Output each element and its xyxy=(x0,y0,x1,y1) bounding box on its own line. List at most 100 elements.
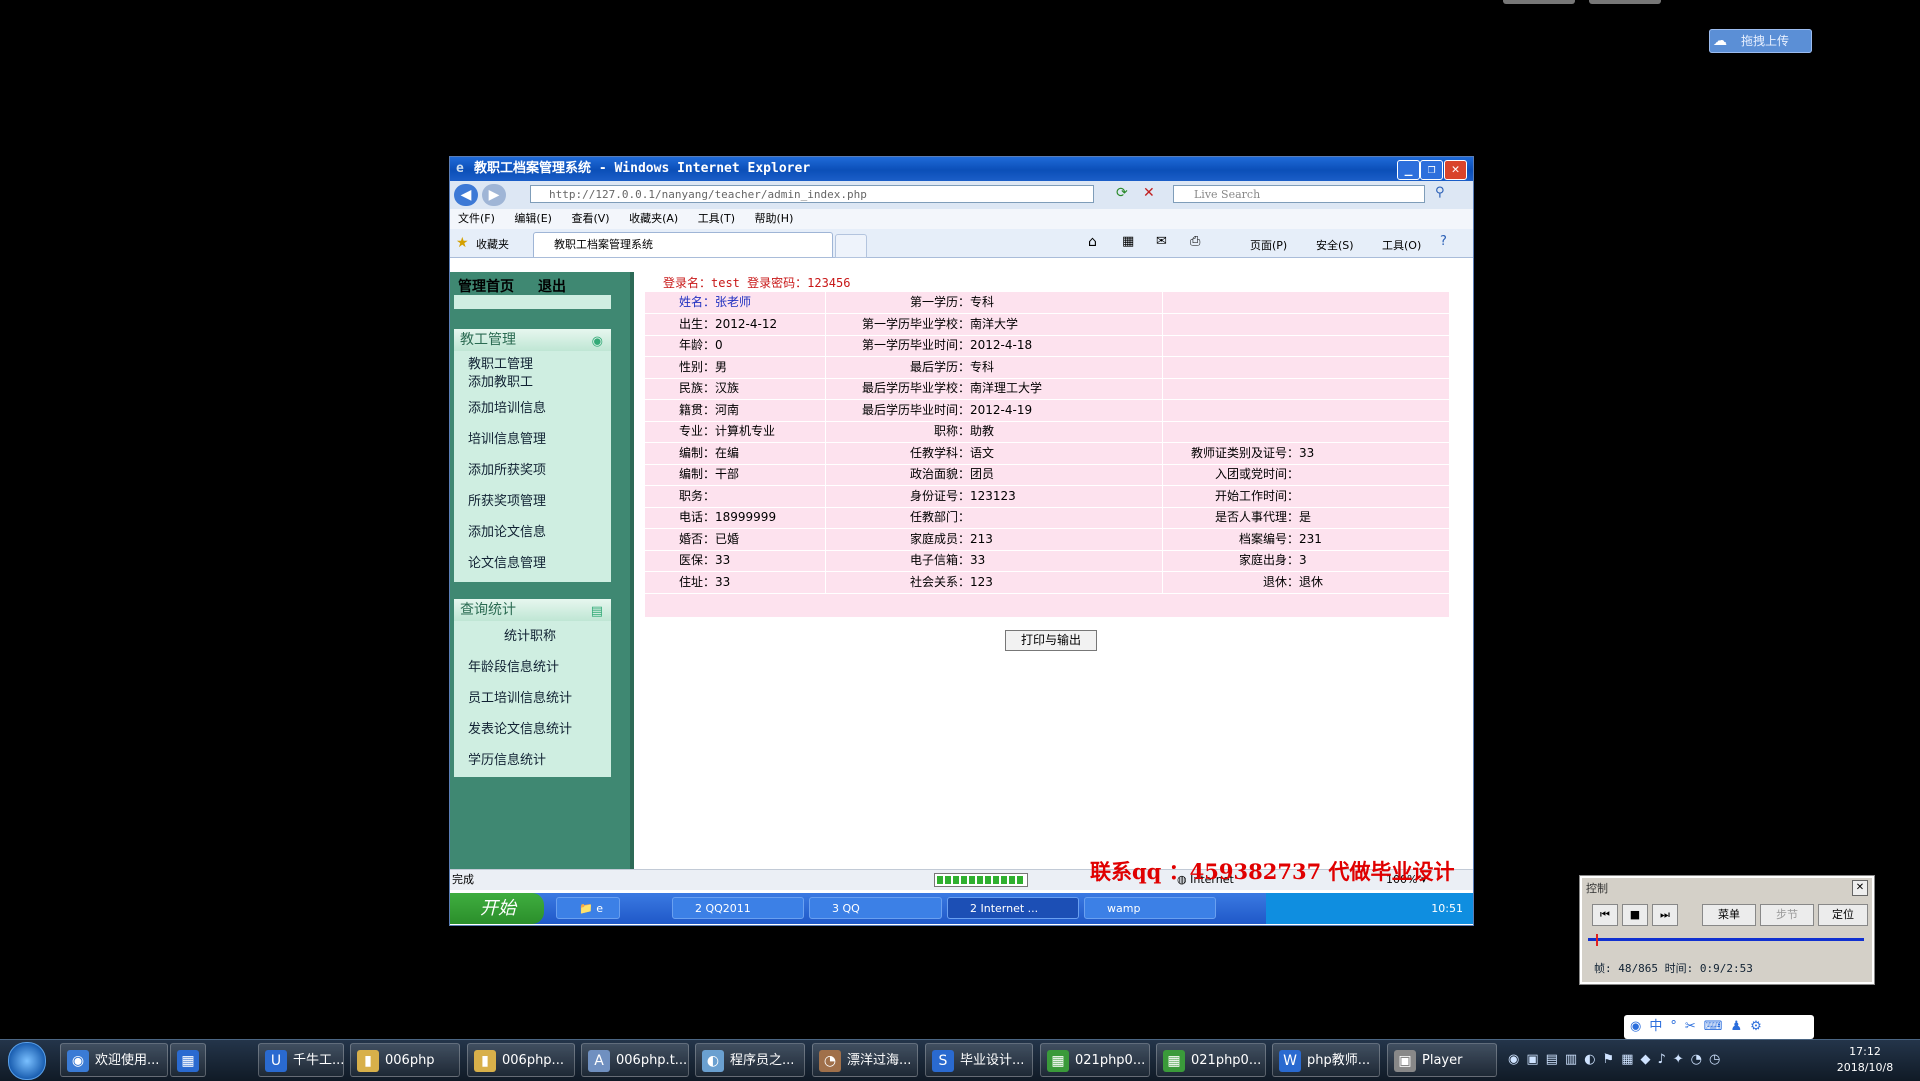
tools-menu[interactable]: 工具(O) xyxy=(1382,237,1421,253)
url-input[interactable]: http://127.0.0.1/nanyang/teacher/admin_i… xyxy=(530,185,1094,203)
field-label: 是否人事代理： xyxy=(1214,510,1299,524)
close-button[interactable]: ✕ xyxy=(1444,160,1467,180)
chart-icon: ▤ xyxy=(590,604,603,619)
sidebar-item-add-training[interactable]: 添加培训信息 xyxy=(468,397,546,416)
window-stub xyxy=(1503,0,1575,4)
mail-icon[interactable]: ✉ xyxy=(1156,234,1167,249)
sidebar-item-training-stats[interactable]: 员工培训信息统计 xyxy=(468,687,572,706)
xp-task-ie[interactable]: 2 Internet ... xyxy=(947,897,1079,919)
field-cell xyxy=(1163,378,1449,399)
taskbar-button[interactable]: ◐ 程序员之... xyxy=(695,1043,805,1077)
taskbar-button[interactable]: A 006php.t... xyxy=(581,1043,689,1077)
page-menu[interactable]: 页面(P) xyxy=(1250,237,1287,253)
stop-icon[interactable]: ✕ xyxy=(1143,185,1155,201)
sidebar-item-add-paper[interactable]: 添加论文信息 xyxy=(468,521,546,540)
taskbar-button[interactable]: U 千牛工... xyxy=(258,1043,344,1077)
table-row: 专业：计算机专业 职称：助教 xyxy=(645,421,1449,443)
xp-start-button[interactable]: 开始 xyxy=(450,893,544,924)
menu-help[interactable]: 帮助(H) xyxy=(755,212,794,225)
xp-task-wamp[interactable]: wamp xyxy=(1084,897,1216,919)
sidebar-item-training-manage[interactable]: 培训信息管理 xyxy=(468,428,546,447)
menu-favorites[interactable]: 收藏夹(A) xyxy=(629,212,678,225)
field-cell: 婚否：已婚 xyxy=(679,531,740,546)
player-control: 控制 ✕ ⏮ ■ ⏭ 菜单 步节 定位 帧: 48/865 时间: 0:9/2:… xyxy=(1579,875,1875,985)
xp-task-qq[interactable]: 3 QQ xyxy=(809,897,942,919)
progress-bar xyxy=(934,873,1028,887)
tab-current[interactable]: 教职工档案管理系统 xyxy=(533,232,833,257)
seek-position[interactable] xyxy=(1596,934,1598,946)
field-label: 任教学科： xyxy=(909,445,970,460)
menu-file[interactable]: 文件(F) xyxy=(458,212,495,225)
seek-track[interactable] xyxy=(1588,938,1864,941)
field-value: 2012-4-18 xyxy=(970,338,1033,352)
taskbar-button[interactable]: ▮ 006php... xyxy=(467,1043,575,1077)
sidebar-item-title-stats[interactable]: 统计职称 xyxy=(504,625,556,644)
star-icon[interactable]: ★ xyxy=(456,235,469,251)
table-row: 婚否：已婚 家庭成员：213 档案编号：231 xyxy=(645,528,1449,551)
sidebar-item-staff-manage[interactable]: 教职工管理 xyxy=(468,353,533,372)
taskbar-button[interactable]: ◉ 欢迎使用... xyxy=(60,1043,168,1077)
ime-toolbar[interactable]: ◉中°✂⌨♟⚙ xyxy=(1624,1015,1814,1039)
menu-tools[interactable]: 工具(T) xyxy=(698,212,735,225)
sidebar-item-education-stats[interactable]: 学历信息统计 xyxy=(468,749,546,768)
sidebar-item-paper-stats[interactable]: 发表论文信息统计 xyxy=(468,718,572,737)
field-cell: 家庭成员：213 xyxy=(826,529,1162,550)
refresh-icon[interactable]: ⟳ xyxy=(1116,185,1128,201)
feed-icon[interactable]: ▦ xyxy=(1122,234,1134,249)
sidebar-item-paper-manage[interactable]: 论文信息管理 xyxy=(468,552,546,571)
print-icon[interactable]: ⎙ xyxy=(1190,234,1200,249)
maximize-button[interactable]: ❐ xyxy=(1420,160,1443,180)
field-label: 职称： xyxy=(933,424,970,438)
table-row: 医保：33 电子信箱：33 家庭出身：3 xyxy=(645,550,1449,572)
favorites-button[interactable]: 收藏夹 xyxy=(476,236,509,252)
new-tab-button[interactable] xyxy=(835,234,867,258)
start-orb-icon[interactable] xyxy=(8,1042,46,1080)
field-cell: 姓名：张老师 xyxy=(679,295,752,309)
print-button[interactable]: 打印与输出 xyxy=(1005,630,1097,651)
safety-menu[interactable]: 安全(S) xyxy=(1316,237,1354,253)
sidebar-item-add-staff[interactable]: 添加教职工 xyxy=(468,371,533,390)
upload-button[interactable]: ☁ 拖拽上传 xyxy=(1709,29,1812,53)
xp-task-qq2011[interactable]: 2 QQ2011 xyxy=(672,897,804,919)
search-input[interactable]: Live Search xyxy=(1173,185,1425,203)
field-value: 退休 xyxy=(1299,574,1324,589)
sidebar-item-award-manage[interactable]: 所获奖项管理 xyxy=(468,490,546,509)
taskbar-button[interactable]: ▣ Player xyxy=(1387,1043,1497,1077)
field-cell: 第一学历毕业时间：2012-4-18 xyxy=(826,335,1162,356)
menu-button[interactable]: 菜单 xyxy=(1702,904,1756,926)
locate-button[interactable]: 定位 xyxy=(1818,904,1868,926)
prev-icon[interactable]: ⏮ xyxy=(1592,904,1618,926)
field-cell: 职务： xyxy=(679,488,716,503)
taskbar-button[interactable]: ▮ 006php xyxy=(350,1043,460,1077)
taskbar-button[interactable]: ▦ xyxy=(170,1043,206,1077)
taskbar-button[interactable]: ▦ 021php0... xyxy=(1040,1043,1150,1077)
stop-icon[interactable]: ■ xyxy=(1622,904,1648,926)
menu-view[interactable]: 查看(V) xyxy=(571,212,609,225)
menu-edit[interactable]: 编辑(E) xyxy=(514,212,552,225)
sidebar-item-add-award[interactable]: 添加所获奖项 xyxy=(468,459,546,478)
field-value: 2012-4-19 xyxy=(970,402,1033,417)
ie-window: e 教职工档案管理系统 - Windows Internet Explorer _… xyxy=(449,156,1474,926)
taskbar-button[interactable]: Wphp教师... xyxy=(1272,1043,1380,1077)
step-button[interactable]: 步节 xyxy=(1760,904,1814,926)
taskbar-button[interactable]: S 毕业设计... xyxy=(925,1043,1033,1077)
field-value: 33 xyxy=(970,553,986,567)
next-icon[interactable]: ⏭ xyxy=(1652,904,1678,926)
home-icon[interactable]: ⌂ xyxy=(1088,234,1097,250)
taskbar-button[interactable]: ▦ 021php0... xyxy=(1156,1043,1266,1077)
help-icon[interactable]: ? xyxy=(1440,234,1447,249)
sidebar-item-age-stats[interactable]: 年龄段信息统计 xyxy=(468,656,559,675)
field-cell: 年龄：0 xyxy=(679,338,723,352)
close-icon[interactable]: ✕ xyxy=(1852,880,1868,896)
field-cell: 退休：退休 xyxy=(1163,572,1449,593)
back-icon[interactable]: ◀ xyxy=(454,184,478,206)
status-bar: 完成 ◍ Internet 100% ▾ 联系qq ：459382737 代做毕… xyxy=(450,861,1473,890)
taskbar-button[interactable]: ◔ 漂洋过海... xyxy=(812,1043,918,1077)
field-cell: 社会关系：123 xyxy=(826,572,1162,593)
logout-link[interactable]: 退出 xyxy=(538,279,566,295)
quicklaunch[interactable]: 📁 e xyxy=(556,897,620,919)
home-link[interactable]: 管理首页 xyxy=(458,279,514,295)
forward-icon[interactable]: ▶ xyxy=(482,184,506,206)
minimize-button[interactable]: _ xyxy=(1397,160,1420,180)
search-icon[interactable]: ⚲ xyxy=(1435,185,1445,200)
